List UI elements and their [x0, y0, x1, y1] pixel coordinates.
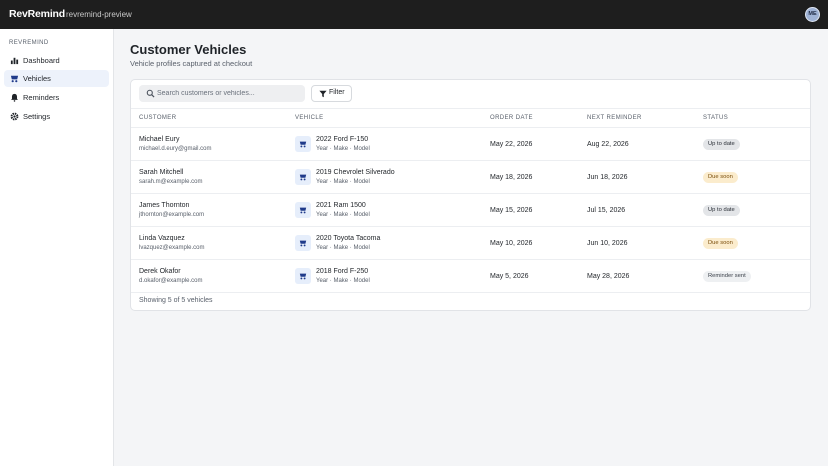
- vehicle-meta: Year · Make · Model: [316, 212, 370, 218]
- customer-name: Derek Okafor: [139, 268, 181, 275]
- customer-email: d.okafor@example.com: [139, 278, 203, 284]
- vehicle-name: 2021 Ram 1500: [316, 202, 366, 209]
- vehicle-name: 2022 Ford F-150: [316, 136, 369, 143]
- sidebar-item-label: Settings: [23, 112, 51, 121]
- next-reminder-date: Aug 22, 2026: [587, 141, 629, 148]
- search-box[interactable]: [139, 85, 305, 102]
- sidebar-item-label: Vehicles: [23, 74, 51, 83]
- sidebar-item-label: Dashboard: [23, 56, 60, 65]
- main-content: Customer Vehicles Vehicle profiles captu…: [114, 29, 828, 466]
- car-icon: [299, 240, 307, 247]
- status-badge: Due soon: [703, 238, 738, 249]
- customer-email: michael.d.eury@gmail.com: [139, 146, 212, 152]
- vehicle-icon-badge: [295, 136, 311, 152]
- order-date: May 10, 2026: [490, 240, 533, 247]
- page-title: Customer Vehicles: [130, 42, 247, 57]
- order-date: May 18, 2026: [490, 174, 533, 181]
- sidebar-item-reminders[interactable]: Reminders: [4, 89, 109, 106]
- page-subtitle: Vehicle profiles captured at checkout: [130, 59, 253, 68]
- filter-button[interactable]: Filter: [311, 85, 352, 102]
- column-header-vehicle[interactable]: VEHICLE: [295, 115, 323, 121]
- bar-chart-icon: [10, 57, 19, 65]
- next-reminder-date: Jun 18, 2026: [587, 174, 628, 181]
- vehicle-icon-badge: [295, 235, 311, 251]
- sidebar: REVREMIND Dashboard Vehicles Reminders S…: [0, 29, 114, 466]
- next-reminder-date: May 28, 2026: [587, 273, 630, 280]
- table-row[interactable]: Derek Okafor d.okafor@example.com 2018 F…: [131, 260, 810, 293]
- next-reminder-date: Jul 15, 2026: [587, 207, 626, 214]
- vehicle-name: 2019 Chevrolet Silverado: [316, 169, 395, 176]
- vehicle-name: 2018 Ford F-250: [316, 268, 369, 275]
- environment-label: revremind-preview: [66, 10, 132, 19]
- next-reminder-date: Jun 10, 2026: [587, 240, 628, 247]
- customer-email: sarah.m@example.com: [139, 179, 203, 185]
- filter-icon: [319, 90, 327, 98]
- search-icon: [146, 89, 155, 98]
- car-icon: [299, 141, 307, 148]
- column-header-next-reminder[interactable]: NEXT REMINDER: [587, 115, 642, 121]
- sidebar-item-settings[interactable]: Settings: [4, 108, 109, 125]
- column-header-status[interactable]: STATUS: [703, 115, 728, 121]
- bell-icon: [11, 93, 18, 102]
- vehicle-icon-badge: [295, 169, 311, 185]
- table-footer-count: Showing 5 of 5 vehicles: [139, 297, 213, 304]
- user-avatar[interactable]: ME: [805, 7, 820, 22]
- vehicle-meta: Year · Make · Model: [316, 278, 370, 284]
- customer-email: jthornton@example.com: [139, 212, 205, 218]
- gear-icon: [10, 112, 19, 121]
- car-icon: [299, 174, 307, 181]
- status-badge: Up to date: [703, 139, 740, 150]
- customer-name: Linda Vazquez: [139, 235, 185, 242]
- status-badge: Due soon: [703, 172, 738, 183]
- car-icon: [10, 75, 19, 83]
- table-row[interactable]: Michael Eury michael.d.eury@gmail.com 20…: [131, 128, 810, 161]
- vehicle-meta: Year · Make · Model: [316, 245, 370, 251]
- vehicle-name: 2020 Toyota Tacoma: [316, 235, 381, 242]
- table-row[interactable]: Linda Vazquez lvazquez@example.com 2020 …: [131, 227, 810, 260]
- order-date: May 15, 2026: [490, 207, 533, 214]
- order-date: May 22, 2026: [490, 141, 533, 148]
- vehicle-meta: Year · Make · Model: [316, 179, 370, 185]
- vehicle-icon-badge: [295, 268, 311, 284]
- status-badge: Reminder sent: [703, 271, 751, 282]
- top-bar: RevRemind revremind-preview ME: [0, 0, 828, 29]
- table-row[interactable]: James Thornton jthornton@example.com 202…: [131, 194, 810, 227]
- order-date: May 5, 2026: [490, 273, 529, 280]
- search-input[interactable]: [157, 86, 301, 101]
- sidebar-item-dashboard[interactable]: Dashboard: [4, 52, 109, 69]
- car-icon: [299, 207, 307, 214]
- brand-logo[interactable]: RevRemind: [9, 8, 65, 20]
- customer-name: Michael Eury: [139, 136, 180, 143]
- vehicle-meta: Year · Make · Model: [316, 146, 370, 152]
- customer-email: lvazquez@example.com: [139, 245, 205, 251]
- vehicles-table-card: Filter CUSTOMER VEHICLE ORDER DATE NEXT …: [130, 79, 811, 311]
- vehicle-icon-badge: [295, 202, 311, 218]
- car-icon: [299, 273, 307, 280]
- sidebar-item-label: Reminders: [23, 93, 60, 102]
- sidebar-item-vehicles[interactable]: Vehicles: [4, 70, 109, 87]
- column-header-order-date[interactable]: ORDER DATE: [490, 115, 533, 121]
- table-header: CUSTOMER VEHICLE ORDER DATE NEXT REMINDE…: [131, 108, 810, 128]
- customer-name: James Thornton: [139, 202, 190, 209]
- filter-label: Filter: [329, 89, 345, 96]
- sidebar-section-label: REVREMIND: [9, 40, 49, 46]
- status-badge: Up to date: [703, 205, 740, 216]
- table-row[interactable]: Sarah Mitchell sarah.m@example.com 2019 …: [131, 161, 810, 194]
- customer-name: Sarah Mitchell: [139, 169, 184, 176]
- column-header-customer[interactable]: CUSTOMER: [139, 115, 176, 121]
